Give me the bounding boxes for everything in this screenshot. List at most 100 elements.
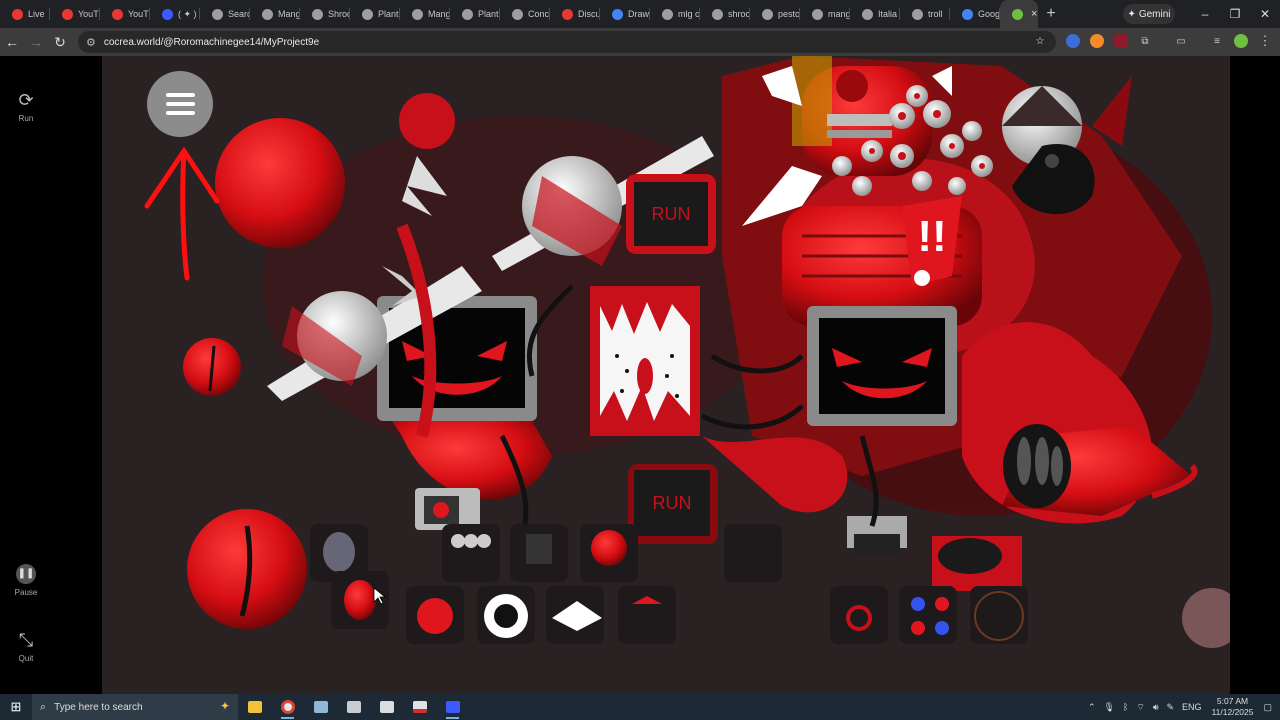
extension-blue-icon[interactable]: [1066, 34, 1080, 48]
tab-label: mang: [828, 9, 850, 19]
address-toolbar: ← → ↻ ⚙ cocrea.world/@Roromachinegee14/M…: [0, 28, 1280, 56]
tab-favicon-icon: [762, 8, 773, 20]
app-icon-2[interactable]: [337, 694, 370, 720]
palette-item[interactable]: [442, 524, 500, 582]
chrome-icon[interactable]: [271, 694, 304, 720]
language-indicator[interactable]: ENG: [1182, 702, 1202, 712]
palette-item[interactable]: [510, 524, 568, 582]
tab-favicon-icon: [412, 8, 423, 20]
palette-item[interactable]: [970, 586, 1028, 644]
browser-tab[interactable]: ( ✦ ): [150, 0, 200, 28]
clock[interactable]: 5:07 AM 11/12/2025: [1212, 696, 1254, 718]
url-text: cocrea.world/@Roromachinegee14/MyProject…: [103, 36, 320, 48]
tab-favicon-icon: [462, 8, 473, 20]
new-tab-button[interactable]: +: [1038, 0, 1064, 28]
browser-tab[interactable]: Searc: [200, 0, 250, 28]
palette-item[interactable]: [830, 586, 888, 644]
start-button[interactable]: ⊞: [0, 694, 32, 720]
site-info-icon[interactable]: ⚙: [86, 36, 96, 49]
gemini-button[interactable]: ✦ Gemini: [1123, 4, 1175, 24]
taskbar-search[interactable]: ⌕ Type here to search ✦: [32, 694, 238, 720]
app-icon-4[interactable]: [403, 694, 436, 720]
tab-favicon-icon: [912, 8, 923, 20]
browser-tab[interactable]: mang: [800, 0, 850, 28]
app-icon-3[interactable]: [370, 694, 403, 720]
address-bar[interactable]: ⚙ cocrea.world/@Roromachinegee14/MyProje…: [78, 31, 1056, 53]
palette-item[interactable]: [406, 586, 464, 644]
cocrea-icon: [1012, 8, 1023, 20]
restore-button[interactable]: ❐: [1220, 0, 1250, 28]
bluetooth-icon[interactable]: ᛒ: [1123, 702, 1128, 712]
windows-logo-icon: ⊞: [10, 699, 22, 714]
puzzle-icon[interactable]: ⧉: [1138, 34, 1152, 48]
palette-item[interactable]: [580, 524, 638, 582]
browser-tab[interactable]: Plant: [350, 0, 400, 28]
close-tab-icon[interactable]: ×: [1031, 8, 1037, 20]
arrow-left-icon: ←: [5, 34, 19, 50]
robot-gadget-right: [847, 516, 1022, 591]
browser-tab[interactable]: Mang: [250, 0, 300, 28]
browser-tab[interactable]: Live: [0, 0, 50, 28]
tab-label: Mang: [428, 9, 450, 19]
close-window-button[interactable]: ✕: [1250, 0, 1280, 28]
system-tray: ⌃ 🎙︎ ᛒ ⌔ 🔊︎ ✎ ENG 5:07 AM 11/12/2025 ▢: [1084, 694, 1280, 720]
file-explorer-icon[interactable]: [238, 694, 271, 720]
browser-tab[interactable]: YouT: [100, 0, 150, 28]
forward-button[interactable]: →: [24, 28, 48, 56]
browser-tab[interactable]: Goog: [950, 0, 1000, 28]
pen-icon[interactable]: ✎: [1167, 702, 1175, 713]
notification-icon[interactable]: ▢: [1263, 702, 1272, 713]
volume-icon[interactable]: 🔊︎: [1153, 702, 1159, 713]
app-icon-1[interactable]: [304, 694, 337, 720]
palette-item[interactable]: [546, 586, 604, 644]
game-stage[interactable]: !! RUN RUN: [102, 56, 1230, 694]
browser-tab[interactable]: Discu: [550, 0, 600, 28]
tab-favicon-icon: [62, 8, 73, 20]
browser-tab[interactable]: troll: [900, 0, 950, 28]
tab-favicon-icon: [862, 8, 873, 20]
minimize-button[interactable]: –: [1190, 0, 1220, 28]
side-panel-icon[interactable]: ▭: [1174, 34, 1188, 48]
item-palette: [310, 524, 1230, 648]
tab-label: YouT: [128, 9, 149, 19]
browser-tab[interactable]: Italia: [850, 0, 900, 28]
palette-item[interactable]: [724, 524, 782, 582]
kebab-menu-icon[interactable]: ⋮: [1258, 33, 1272, 48]
browser-tab-active[interactable]: ×: [1000, 0, 1038, 28]
reading-list-icon[interactable]: ≡: [1210, 34, 1224, 48]
profile-avatar[interactable]: [1234, 34, 1248, 48]
collapse-arrows-icon: ⤡: [18, 630, 34, 650]
reload-icon: ↻: [54, 33, 66, 50]
browser-tab[interactable]: Mang: [400, 0, 450, 28]
tab-label: pesto: [778, 9, 800, 19]
extension-orange-icon[interactable]: [1090, 34, 1104, 48]
run-button-top[interactable]: RUN: [626, 174, 716, 254]
browser-tab[interactable]: YouT: [50, 0, 100, 28]
palette-item[interactable]: [618, 586, 676, 644]
tab-label: Conc: [528, 9, 550, 19]
app-icon-5[interactable]: [436, 694, 469, 720]
run-control[interactable]: ⟳ Run: [0, 90, 52, 123]
chevron-up-icon[interactable]: ⌃: [1088, 702, 1096, 713]
browser-tab[interactable]: Conc: [500, 0, 550, 28]
pause-control[interactable]: ❚❚ Pause: [0, 564, 52, 597]
back-button[interactable]: ←: [0, 28, 24, 56]
microphone-icon[interactable]: 🎙︎: [1104, 702, 1115, 713]
extension-red-icon[interactable]: [1114, 34, 1128, 48]
palette-item[interactable]: [899, 586, 957, 644]
bookmark-star-icon[interactable]: ☆: [1033, 34, 1047, 48]
browser-tab[interactable]: shroo: [700, 0, 750, 28]
run-button-bottom[interactable]: RUN: [628, 464, 718, 544]
browser-tab[interactable]: Shroo: [300, 0, 350, 28]
browser-tab[interactable]: Draw: [600, 0, 650, 28]
browser-tab[interactable]: pesto: [750, 0, 800, 28]
browser-tab[interactable]: mlg c: [650, 0, 700, 28]
quit-control[interactable]: ⤡ Quit: [0, 630, 52, 663]
browser-tab[interactable]: Plant: [450, 0, 500, 28]
wifi-icon[interactable]: ⌔: [1136, 702, 1144, 713]
palette-item[interactable]: [1182, 588, 1230, 648]
palette-item[interactable]: [477, 586, 535, 644]
arrow-right-icon: →: [29, 34, 43, 50]
tab-label: Plant: [478, 9, 499, 19]
reload-button[interactable]: ↻: [48, 28, 72, 56]
